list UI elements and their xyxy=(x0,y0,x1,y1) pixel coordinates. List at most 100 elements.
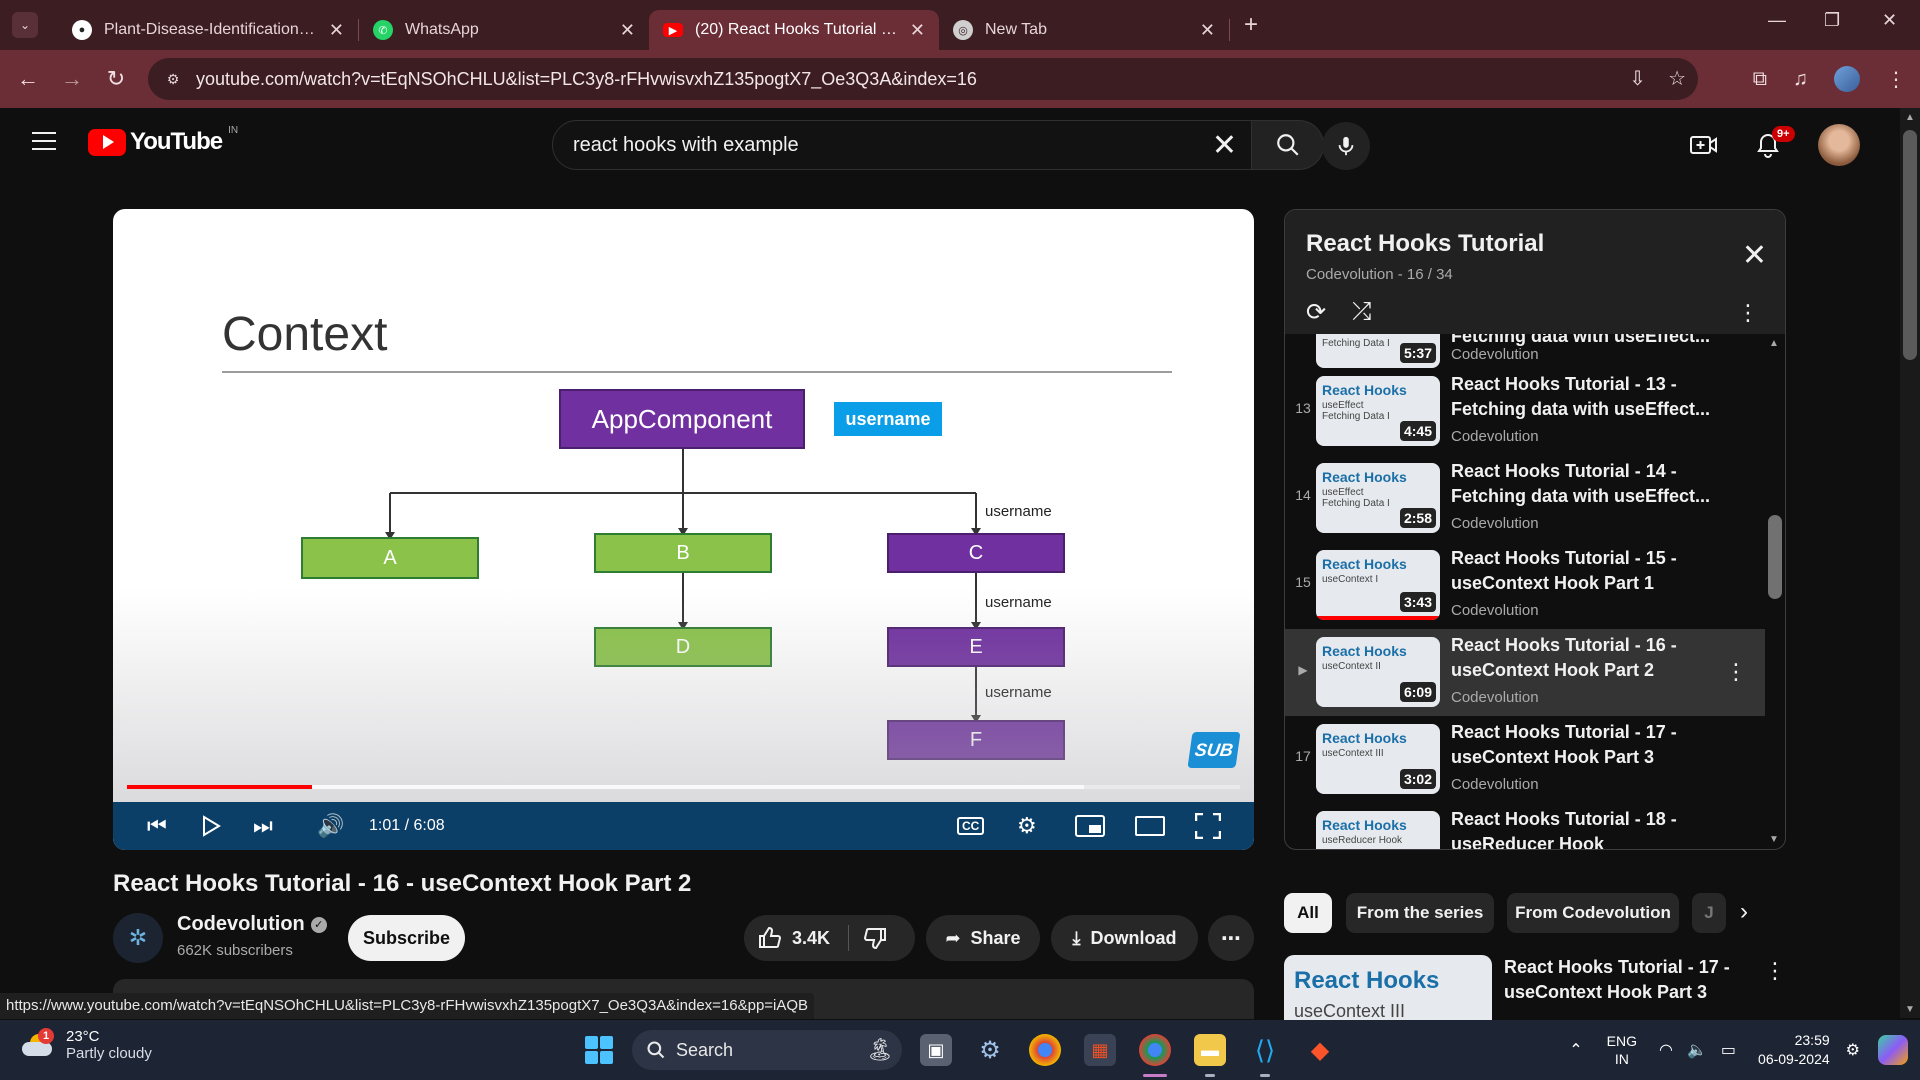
new-tab-plus-icon[interactable]: + xyxy=(1244,11,1258,39)
recommendation-title[interactable]: React Hooks Tutorial - 17 - useContext H… xyxy=(1504,955,1734,1005)
tab-close-icon[interactable]: ✕ xyxy=(1200,20,1215,41)
subscribe-button[interactable]: Subscribe xyxy=(348,915,465,961)
task-view-icon[interactable]: ▣ xyxy=(920,1034,952,1066)
input-language[interactable]: ENG IN xyxy=(1607,1032,1637,1068)
media-control-icon[interactable]: ♫ xyxy=(1793,68,1808,91)
closed-captions-button[interactable]: CC xyxy=(957,817,985,835)
browser-tab-youtube[interactable]: ▶ (20) React Hooks Tutorial - 16 - ✕ xyxy=(649,10,939,50)
video-player[interactable]: Context AppComponent username A B C D E … xyxy=(113,209,1254,850)
playlist-item-title[interactable]: React Hooks Tutorial - 14 - Fetching dat… xyxy=(1451,459,1721,509)
copilot-icon[interactable] xyxy=(1878,1035,1908,1065)
browser-tab-newtab[interactable]: ◎ New Tab ✕ xyxy=(939,10,1229,50)
playlist-more-icon[interactable]: ⋮ xyxy=(1737,300,1759,326)
progress-bar[interactable] xyxy=(127,785,1240,789)
channel-name[interactable]: Codevolution ✓ xyxy=(177,913,327,936)
share-button[interactable]: ➦ Share xyxy=(926,915,1040,961)
browser-profile-avatar[interactable] xyxy=(1834,66,1860,92)
site-info-icon[interactable]: ⚙ xyxy=(162,68,184,90)
forward-arrow-icon[interactable]: → xyxy=(54,66,90,92)
create-video-icon[interactable] xyxy=(1690,133,1718,157)
volume-icon[interactable]: 🔊 xyxy=(317,813,344,839)
playlist-item[interactable]: 14 React Hooks useEffect Fetching Data I… xyxy=(1285,455,1765,542)
subscribe-watermark[interactable]: SUB xyxy=(1187,732,1241,768)
search-input[interactable] xyxy=(573,133,1173,157)
scroll-down-arrow-icon[interactable]: ▼ xyxy=(1769,834,1779,845)
playlist-item-title[interactable]: React Hooks Tutorial - 15 - useContext H… xyxy=(1451,546,1721,596)
playlist-item[interactable]: 13 React Hooks useEffect Fetching Data I… xyxy=(1285,368,1765,455)
page-scroll-up-icon[interactable]: ▲ xyxy=(1905,112,1915,123)
scroll-up-arrow-icon[interactable]: ▲ xyxy=(1769,338,1779,349)
minimize-icon[interactable]: — xyxy=(1768,10,1786,31)
search-box[interactable]: ✕ xyxy=(552,120,1252,170)
theater-mode-icon[interactable] xyxy=(1135,816,1165,836)
playlist-scroll-thumb[interactable] xyxy=(1768,515,1782,599)
vscode-icon[interactable]: ⟨⟩ xyxy=(1249,1034,1281,1066)
playlist-title[interactable]: React Hooks Tutorial xyxy=(1306,230,1544,258)
settings-gear-icon[interactable]: ⚙ xyxy=(1017,813,1037,839)
clear-search-icon[interactable]: ✕ xyxy=(1212,128,1237,163)
shuffle-icon[interactable]: ⤮ xyxy=(1352,298,1371,327)
back-arrow-icon[interactable]: ← xyxy=(10,66,46,92)
chrome-active-app-icon[interactable] xyxy=(1139,1034,1171,1066)
playlist-item[interactable]: React Hooks useReducer Hook React Hooks … xyxy=(1285,803,1765,849)
battery-icon[interactable]: ▭ xyxy=(1721,1040,1736,1060)
playlist-item-title[interactable]: React Hooks Tutorial - 17 - useContext H… xyxy=(1451,720,1721,770)
previous-video-icon[interactable]: ⏮ xyxy=(147,813,167,839)
recommendation-thumbnail[interactable]: React Hooks useContext III xyxy=(1284,955,1492,1025)
install-app-icon[interactable]: ⇩ xyxy=(1629,66,1646,91)
youtube-logo[interactable]: YouTube IN xyxy=(88,125,238,156)
browser-tab-whatsapp[interactable]: ✆ WhatsApp ✕ xyxy=(359,10,649,50)
dislike-button[interactable] xyxy=(863,926,887,950)
wifi-icon[interactable]: ◠ xyxy=(1659,1040,1673,1060)
microsoft-store-icon[interactable]: ▦ xyxy=(1084,1034,1116,1066)
playlist-item-partial[interactable]: Fetching Data I 5:37 Fetching data with … xyxy=(1285,334,1765,368)
weather-widget[interactable]: 1 23°C Partly cloudy xyxy=(22,1028,152,1062)
file-explorer-icon[interactable]: ▬ xyxy=(1194,1034,1226,1066)
next-video-icon[interactable]: ⏭ xyxy=(253,813,273,839)
fullscreen-icon[interactable] xyxy=(1195,813,1221,839)
recommendation-more-icon[interactable]: ⋮ xyxy=(1764,958,1786,984)
address-bar[interactable]: ⚙ youtube.com/watch?v=tEqNSOhCHLU&list=P… xyxy=(148,58,1698,100)
search-button[interactable] xyxy=(1252,120,1324,170)
url-text[interactable]: youtube.com/watch?v=tEqNSOhCHLU&list=PLC… xyxy=(196,69,977,90)
account-avatar[interactable] xyxy=(1818,124,1860,166)
chip-partial[interactable]: J xyxy=(1692,893,1726,933)
voice-search-button[interactable] xyxy=(1322,122,1370,170)
playlist-item[interactable]: 17 React Hooks useContext III 3:02 React… xyxy=(1285,716,1765,803)
browser-menu-icon[interactable]: ⋮ xyxy=(1886,67,1906,92)
playlist-item-title[interactable]: React Hooks Tutorial - 16 - useContext H… xyxy=(1451,633,1721,683)
channel-avatar[interactable]: ✲ xyxy=(113,913,163,963)
channel-name-text[interactable]: Codevolution xyxy=(177,913,305,935)
settings-app-icon[interactable]: ⚙ xyxy=(974,1034,1006,1066)
hamburger-menu-icon[interactable] xyxy=(32,132,56,150)
tab-close-icon[interactable]: ✕ xyxy=(910,20,925,41)
close-playlist-icon[interactable]: ✕ xyxy=(1742,238,1767,273)
chip-from-codevolution[interactable]: From Codevolution xyxy=(1507,893,1679,933)
download-button[interactable]: ⤓ Download xyxy=(1051,915,1198,961)
playlist-item-current[interactable]: ▶ React Hooks useContext II 6:09 React H… xyxy=(1285,629,1765,716)
chrome-app-icon[interactable] xyxy=(1029,1034,1061,1066)
windows-start-icon[interactable] xyxy=(585,1036,613,1064)
brave-browser-icon[interactable]: ◆ xyxy=(1304,1034,1336,1066)
taskbar-clock[interactable]: 23:59 06-09-2024 xyxy=(1758,1031,1830,1069)
playlist-item-title[interactable]: React Hooks Tutorial - 13 - Fetching dat… xyxy=(1451,372,1721,422)
like-button[interactable]: 3.4K xyxy=(758,926,830,950)
restore-icon[interactable]: ❐ xyxy=(1824,10,1840,31)
page-scroll-thumb[interactable] xyxy=(1903,130,1917,360)
speaker-icon[interactable]: 🔈 xyxy=(1687,1040,1707,1060)
chip-all[interactable]: All xyxy=(1284,893,1332,933)
playlist-item[interactable]: 15 React Hooks useContext I 3:43 React H… xyxy=(1285,542,1765,629)
extensions-icon[interactable]: ⧉ xyxy=(1753,68,1767,91)
bookmark-star-icon[interactable]: ☆ xyxy=(1668,66,1686,91)
reload-icon[interactable]: ↻ xyxy=(98,66,134,92)
more-actions-button[interactable]: ⋯ xyxy=(1208,915,1254,961)
browser-tab-github[interactable]: ● Plant-Disease-Identification-usi ✕ xyxy=(58,10,358,50)
item-more-icon[interactable]: ⋮ xyxy=(1725,659,1747,685)
notification-center-icon[interactable]: ⚙ xyxy=(1846,1040,1860,1060)
miniplayer-icon[interactable] xyxy=(1075,815,1105,837)
window-close-icon[interactable]: ✕ xyxy=(1882,10,1897,31)
chip-from-the-series[interactable]: From the series xyxy=(1346,893,1494,933)
page-scroll-down-icon[interactable]: ▼ xyxy=(1905,1004,1915,1015)
loop-playlist-icon[interactable]: ⟳ xyxy=(1306,298,1326,327)
playlist-item-title[interactable]: React Hooks Tutorial - 18 - useReducer H… xyxy=(1451,807,1721,849)
